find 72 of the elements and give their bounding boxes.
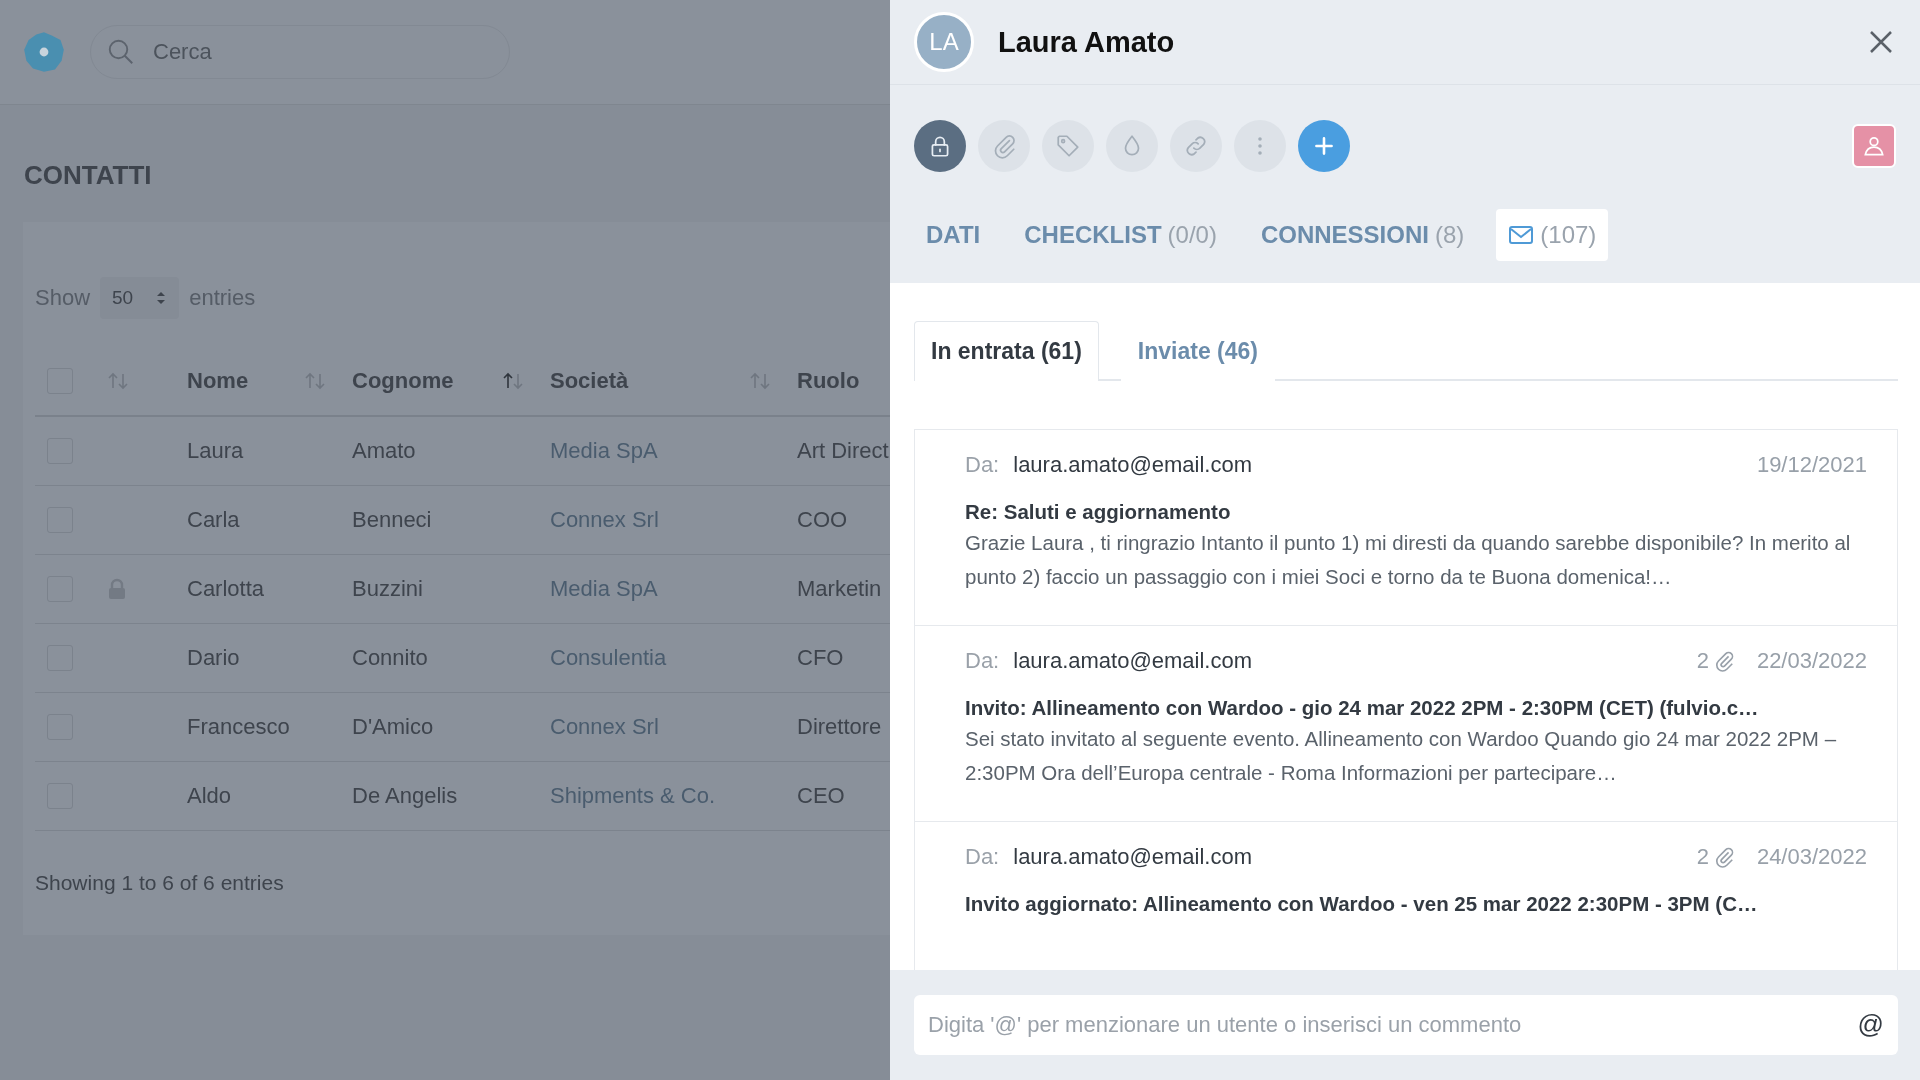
table-cell: Buzzini [352,576,423,602]
table-cell: CEO [797,783,845,809]
table-cell: Dario [187,645,240,671]
table-cell: Direttore [797,714,882,740]
email-subject: Invito aggiornato: Allineamento con Wardoo - ven 25 mar 2022 2:30PM - 3PM (C… [965,892,1759,916]
search-field[interactable]: Cerca [90,25,510,79]
attachment-count: 2 [1696,844,1709,870]
more-button[interactable] [1234,120,1286,172]
company-link[interactable]: Consulentia [550,645,667,671]
lock-button[interactable] [914,120,966,172]
company-link[interactable]: Media SpA [550,576,658,602]
attachment-button[interactable] [978,120,1030,172]
column-header[interactable]: Ruolo [797,368,860,394]
mail-icon [1508,224,1535,246]
table-cell: Laura [187,438,244,464]
company-link[interactable]: Connex Srl [550,507,659,533]
add-button[interactable] [1298,120,1350,172]
column-header[interactable]: Cognome [352,368,454,394]
table-info: Showing 1 to 6 of 6 entries [35,871,285,895]
sender-email: laura.amato@email.com [1013,648,1252,674]
table-cell: COO [797,507,848,533]
table-cell: Marketin [797,576,882,602]
table-cell: Connito [352,645,428,671]
column-header[interactable]: Nome [187,368,249,394]
email-preview: Grazie Laura , ti ringrazio Intanto il punto 1) mi diresti da quando sarebbe disponibile? In merito al punto 2) faccio un passaggio con i miei Soci e torno da te Buona domenica!… [965,530,1852,590]
search-icon [106,37,136,67]
panel-tab[interactable]: CONNESSIONI (8) [1248,209,1477,261]
table-cell: Art Direct [797,438,889,464]
logo-icon [22,30,66,74]
email-subject: Invito: Allineamento con Wardoo - gio 24 mar 2022 2PM - 2:30PM (CET) (fulvio.c… [965,696,1760,720]
drop-button[interactable] [1106,120,1158,172]
attachment-count: 2 [1696,648,1709,674]
from-label: Da: [965,844,1000,870]
link-icon [1183,133,1209,159]
page-title: CONTATTI [24,160,153,192]
email-date: 22/03/2022 [1756,648,1867,674]
mention-icon[interactable]: @ [1857,1009,1884,1040]
table-cell: Amato [352,438,416,464]
table-cell: D'Amico [352,714,434,740]
tag-icon [1055,133,1081,159]
sender-email: laura.amato@email.com [1013,452,1252,478]
sort-icon[interactable] [502,371,524,391]
link-button[interactable] [1170,120,1222,172]
avatar: LA [914,12,974,72]
email-preview: Sei stato invitato al seguente evento. Allineamento con Wardoo Quando gio 24 mar 2022 2PM – 2:30PM Ora dell’Europa centrale - Roma Informazioni per partecipare… [965,726,1838,786]
email-date: 19/12/2021 [1756,452,1867,478]
panel-tab[interactable]: DATI [914,209,993,261]
sender-email: laura.amato@email.com [1013,844,1252,870]
panel-tab[interactable]: CHECKLIST (0/0) [1012,209,1229,261]
company-link[interactable]: Media SpA [550,438,658,464]
from-label: Da: [965,648,1000,674]
table-cell: De Angelis [352,783,458,809]
table-cell: Benneci [352,507,432,533]
table-cell: Aldo [187,783,232,809]
table-cell: CFO [797,645,844,671]
panel-tab[interactable]: (107) [1496,209,1609,261]
email-date: 24/03/2022 [1756,844,1867,870]
from-label: Da: [965,452,1000,478]
table-cell: Carlotta [187,576,265,602]
mail-tab[interactable]: In entrata (61) [914,321,1099,381]
table-cell: Carla [187,507,240,533]
column-header[interactable]: Società [550,368,629,394]
company-link[interactable]: Shipments & Co. [550,783,716,809]
person-button[interactable] [1852,124,1896,168]
email-subject: Re: Saluti e aggiornamento [965,500,1232,524]
company-link[interactable]: Connex Srl [550,714,659,740]
updown-icon [155,289,168,307]
entries-select[interactable]: 50 [100,277,180,319]
contact-name: Laura Amato [998,25,1176,59]
more-icon [1258,137,1262,155]
table-cell: Francesco [187,714,290,740]
tag-button[interactable] [1042,120,1094,172]
